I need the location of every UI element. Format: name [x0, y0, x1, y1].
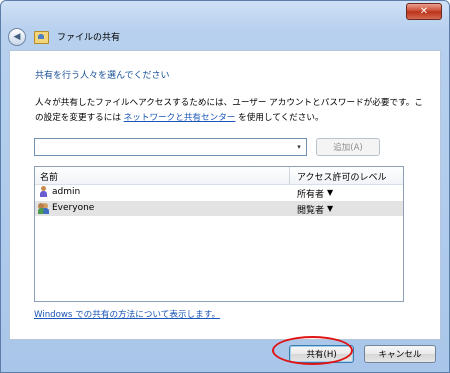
column-name[interactable]: 名前 — [40, 170, 58, 183]
row-name: admin — [52, 187, 81, 197]
window-title: ファイルの共有 — [57, 33, 121, 43]
column-permission-level[interactable]: アクセス許可のレベル — [297, 170, 387, 183]
sharing-help-link[interactable]: Windows での共有の方法について表示します。 — [34, 308, 220, 320]
highlight-circle — [272, 336, 353, 365]
close-icon[interactable]: ✕ — [420, 6, 428, 17]
column-divider[interactable] — [289, 167, 290, 184]
chevron-down-icon[interactable]: ▾ — [292, 139, 306, 155]
main-panel: 共有を行う人々を選んでください 人々が共有したファイルへアクセスするためには、ユ… — [9, 50, 441, 340]
list-header: 名前 アクセス許可のレベル — [35, 167, 403, 185]
title-bar: ◀ ファイルの共有 — [1, 23, 449, 49]
list-row-everyone[interactable]: Everyone 閲覧者 ▼ — [35, 201, 403, 216]
person-combo-box[interactable]: ▾ — [34, 138, 307, 156]
add-button[interactable]: 追加(A) — [316, 138, 380, 156]
list-row-admin[interactable]: admin 所有者 ▼ — [35, 185, 403, 200]
row-permission-level: 所有者 — [297, 190, 325, 200]
file-share-icon — [34, 31, 49, 44]
file-sharing-window: ✕ ◀ ファイルの共有 共有を行う人々を選んでください 人々が共有したファイルへ… — [0, 0, 450, 373]
chevron-down-icon[interactable]: ▼ — [327, 188, 333, 197]
back-arrow-icon[interactable]: ◀ — [14, 32, 21, 42]
user-group-icon — [38, 202, 49, 214]
chevron-down-icon[interactable]: ▼ — [327, 204, 333, 213]
network-sharing-center-link[interactable]: ネットワークと共有センター — [124, 113, 236, 123]
page-heading: 共有を行う人々を選んでください — [35, 71, 170, 81]
back-button[interactable]: ◀ — [8, 28, 26, 46]
user-icon — [38, 186, 49, 198]
footer-bar: 共有(H) キャンセル — [9, 338, 439, 370]
cancel-button[interactable]: キャンセル — [364, 345, 436, 363]
description-text: 人々が共有したファイルへアクセスするためには、ユーザー アカウントとパスワードが… — [35, 96, 430, 126]
close-button[interactable]: ✕ — [406, 3, 442, 20]
user-list: 名前 アクセス許可のレベル admin 所有者 ▼ Everyone 閲覧者 ▼ — [34, 166, 404, 302]
description-part2: を使用してください。 — [235, 113, 324, 123]
row-permission-level: 閲覧者 — [297, 206, 325, 216]
row-name: Everyone — [52, 203, 95, 213]
